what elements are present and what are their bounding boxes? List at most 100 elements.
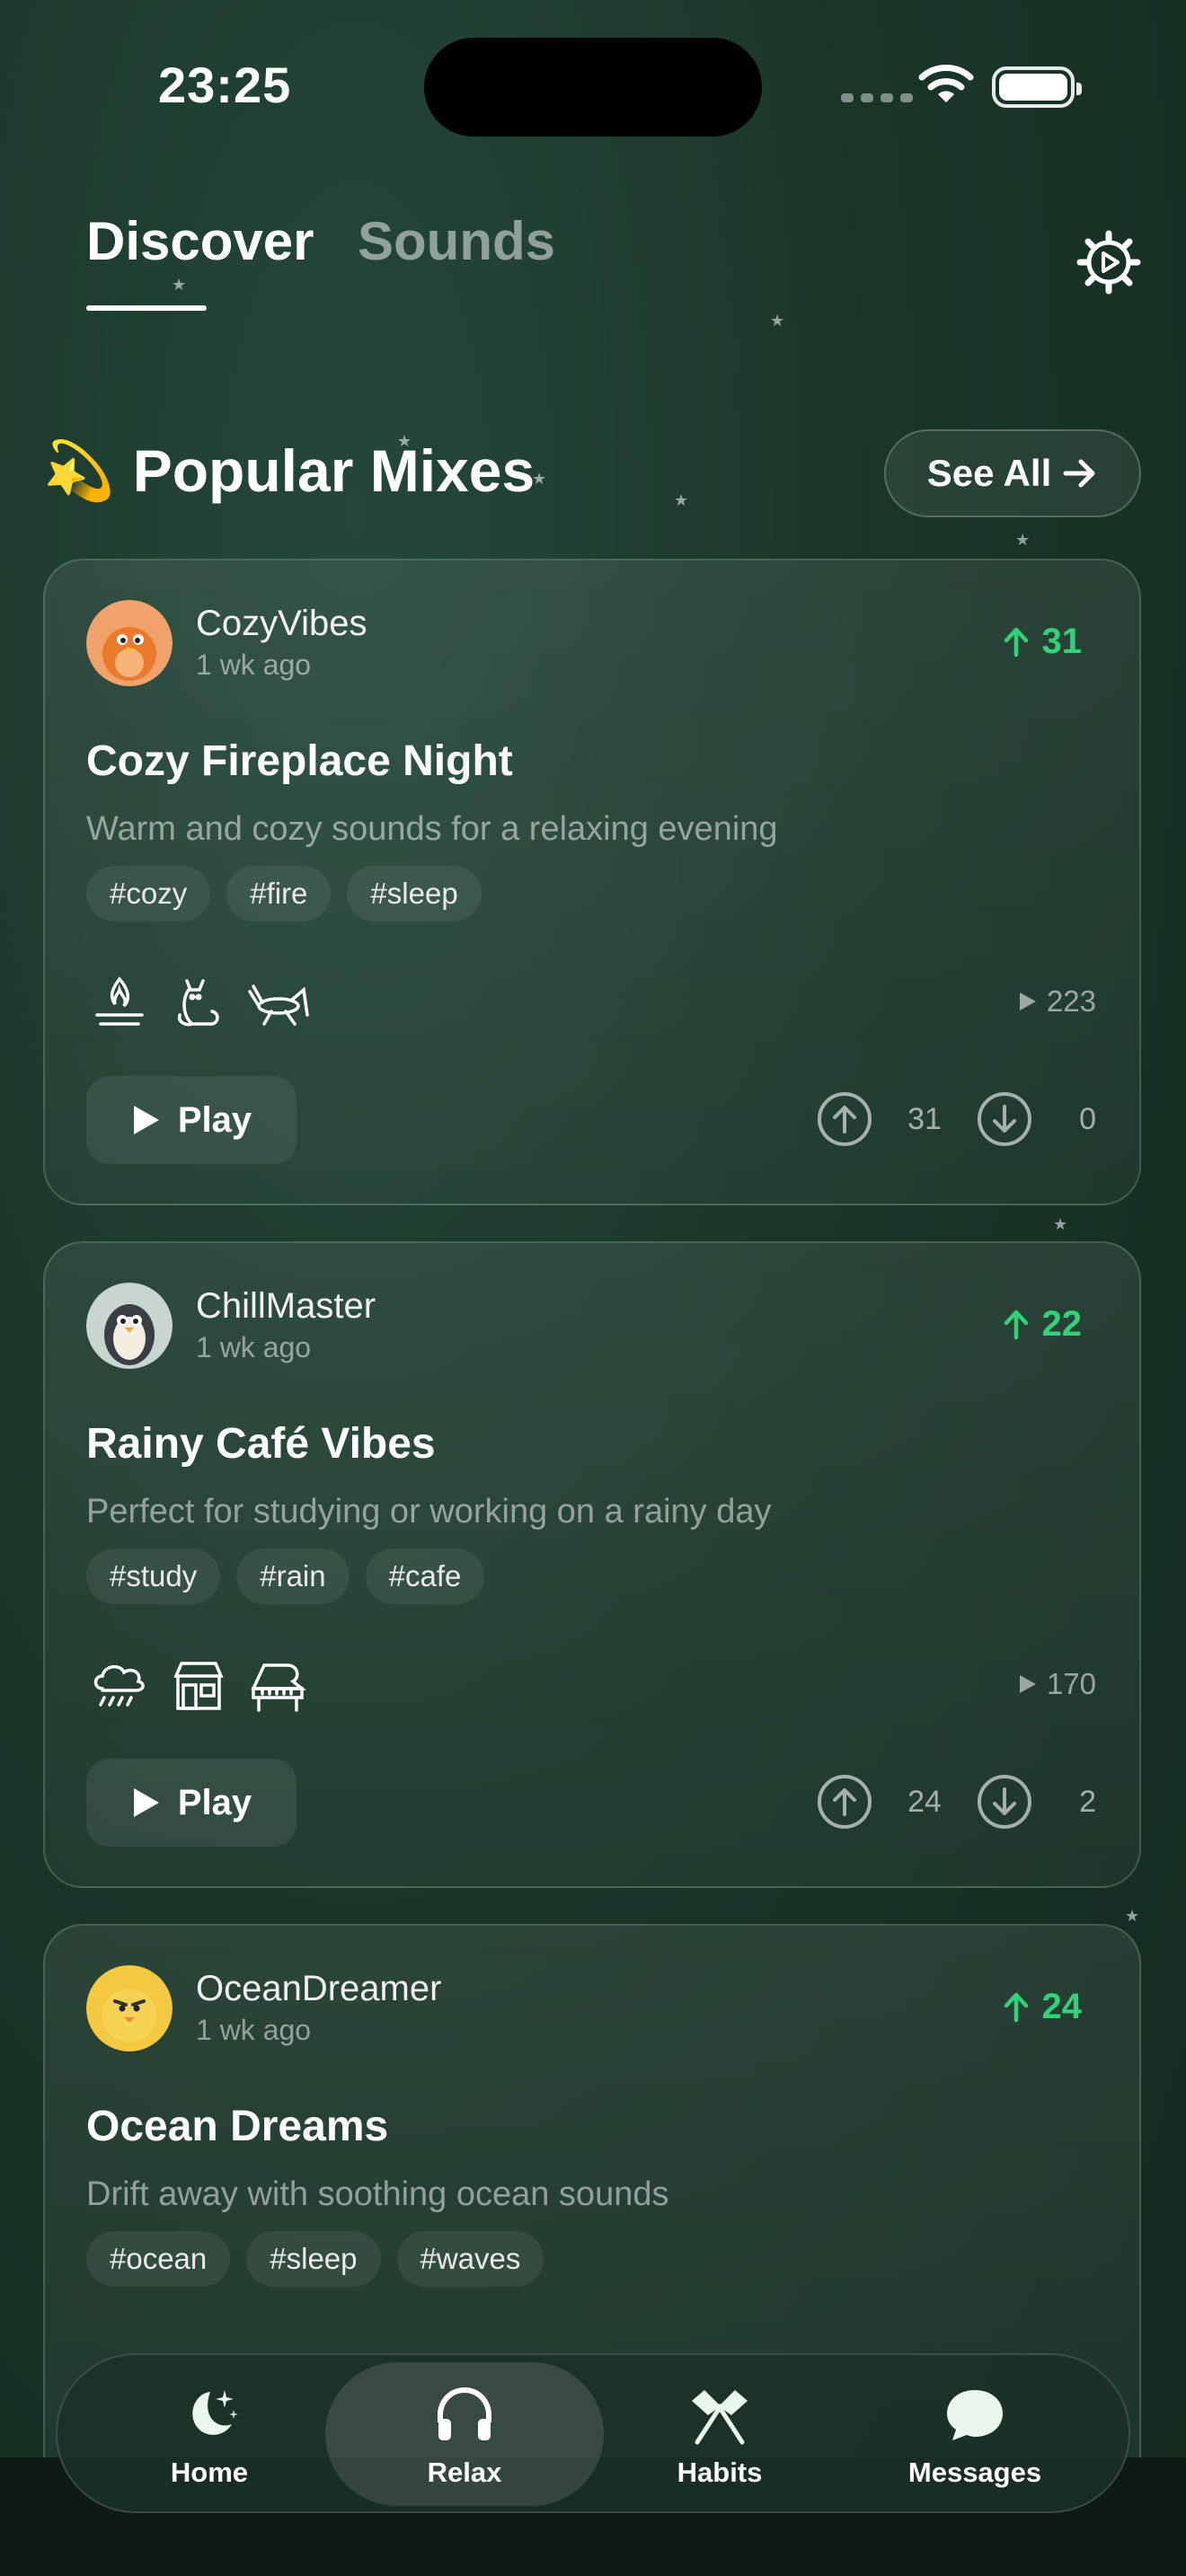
play-button[interactable]: Play	[86, 1076, 296, 1164]
yellow-chick-avatar-icon	[86, 1965, 173, 2051]
score-value: 24	[1041, 1987, 1083, 2026]
nav-messages[interactable]: Messages	[836, 2362, 1114, 2506]
star-decoration: ★	[1125, 1907, 1140, 1925]
mix-card[interactable]: ChillMaster 1 wk ago 22 Rainy Café Vibes…	[43, 1241, 1141, 1888]
upvote-count: 31	[907, 1101, 942, 1136]
mix-title: Rainy Café Vibes	[86, 1420, 436, 1468]
avatar	[86, 1283, 173, 1369]
tag[interactable]: #cozy	[86, 866, 211, 922]
moon-stars-icon	[192, 2390, 238, 2435]
settings-gear-icon[interactable]	[1075, 228, 1143, 296]
vote-controls: 24 2	[816, 1773, 1096, 1831]
post-age: 1 wk ago	[196, 1331, 312, 1363]
tag[interactable]: #ocean	[86, 2231, 231, 2287]
penguin-avatar-icon	[86, 1283, 173, 1369]
arrow-up-icon	[1004, 627, 1028, 657]
wifi-icon	[918, 65, 974, 102]
score-value: 31	[1041, 622, 1083, 661]
tag[interactable]: #waves	[396, 2231, 544, 2287]
downvote-count: 2	[1079, 1784, 1096, 1819]
tab-discover[interactable]: Discover	[86, 210, 314, 272]
play-count-value: 170	[1046, 1667, 1096, 1700]
nav-label: Home	[170, 2457, 249, 2488]
post-age: 1 wk ago	[196, 648, 312, 681]
tag[interactable]: #sleep	[347, 866, 482, 922]
post-age: 1 wk ago	[196, 2014, 312, 2046]
star-decoration: ★	[172, 276, 187, 294]
arrow-up-icon	[1004, 1310, 1028, 1339]
mix-description: Drift away with soothing ocean sounds	[86, 2175, 669, 2213]
orange-bird-avatar-icon	[86, 600, 173, 686]
nav-home[interactable]: Home	[70, 2362, 349, 2506]
play-count-value: 223	[1046, 984, 1096, 1018]
bottom-tab-bar: Home Relax Habits Messages	[56, 2353, 1130, 2513]
cat-icon	[177, 979, 219, 1027]
upvote-count: 24	[907, 1784, 942, 1819]
nav-label: Habits	[677, 2457, 763, 2488]
nav-relax[interactable]: Relax	[325, 2362, 604, 2506]
dynamic-island	[424, 38, 762, 137]
tag-list: #study #rain #cafe	[86, 1548, 485, 1604]
author-name[interactable]: CozyVibes	[196, 604, 367, 644]
cricket-icon	[248, 984, 309, 1026]
chat-bubble-icon	[947, 2390, 1003, 2440]
arrow-right-icon	[1063, 459, 1095, 488]
upvote-icon[interactable]	[816, 1090, 873, 1148]
sound-icon-list	[86, 970, 311, 1037]
play-small-icon	[1019, 992, 1036, 1010]
downvote-icon[interactable]	[976, 1773, 1033, 1831]
cafe-icon	[173, 1662, 224, 1710]
see-all-label: See All	[926, 452, 1052, 494]
play-icon	[133, 1106, 159, 1134]
mix-description: Perfect for studying or working on a rai…	[86, 1493, 772, 1531]
headphones-icon	[438, 2386, 491, 2440]
arrow-up-icon	[1004, 1992, 1028, 2022]
tag[interactable]: #study	[86, 1548, 221, 1604]
active-tab-indicator	[86, 305, 207, 311]
sound-icon-list	[86, 1653, 311, 1719]
avatar	[86, 600, 173, 686]
mix-title: Ocean Dreams	[86, 2103, 389, 2150]
play-label: Play	[177, 1099, 252, 1140]
downvote-icon[interactable]	[976, 1090, 1033, 1148]
nav-habits[interactable]: Habits	[580, 2362, 859, 2506]
rain-cloud-icon	[93, 1664, 145, 1707]
nav-label: Messages	[907, 2457, 1042, 2488]
star-decoration: ★	[674, 491, 689, 509]
tag[interactable]: #rain	[236, 1548, 350, 1604]
cellular-signal-icon	[841, 93, 913, 102]
play-icon	[133, 1788, 159, 1817]
see-all-button[interactable]: See All	[884, 429, 1141, 517]
score-badge: 24	[1003, 1987, 1083, 2027]
score-badge: 31	[1003, 622, 1083, 662]
tag[interactable]: #cafe	[365, 1548, 485, 1604]
section-title: Popular Mixes	[132, 437, 535, 504]
avatar	[86, 1965, 173, 2051]
vote-controls: 31 0	[816, 1090, 1096, 1148]
play-button[interactable]: Play	[86, 1759, 296, 1847]
play-count: 170	[1018, 1667, 1096, 1701]
nav-label: Relax	[427, 2457, 502, 2488]
status-time: 23:25	[158, 57, 292, 113]
play-count: 223	[1018, 984, 1096, 1019]
upvote-icon[interactable]	[816, 1773, 873, 1831]
score-value: 22	[1041, 1304, 1083, 1344]
dizzy-star-icon: 💫	[43, 437, 115, 503]
mix-title: Cozy Fireplace Night	[86, 737, 513, 785]
piano-icon	[251, 1663, 306, 1712]
tag-list: #cozy #fire #sleep	[86, 866, 482, 922]
star-decoration: ★	[1053, 1215, 1068, 1233]
battery-icon	[992, 66, 1082, 108]
tag[interactable]: #fire	[226, 866, 332, 922]
star-decoration: ★	[770, 312, 785, 330]
tag[interactable]: #sleep	[246, 2231, 381, 2287]
section-header: 💫 Popular Mixes	[43, 437, 535, 505]
author-name[interactable]: ChillMaster	[196, 1286, 376, 1327]
author-name[interactable]: OceanDreamer	[196, 1969, 441, 2009]
play-small-icon	[1019, 1675, 1036, 1693]
tab-sounds[interactable]: Sounds	[358, 210, 555, 272]
crossed-flags-icon	[692, 2390, 748, 2445]
status-bar: 23:25	[0, 0, 1186, 171]
mix-card[interactable]: CozyVibes 1 wk ago 31 Cozy Fireplace Nig…	[43, 559, 1141, 1205]
star-decoration: ★	[1015, 531, 1031, 549]
